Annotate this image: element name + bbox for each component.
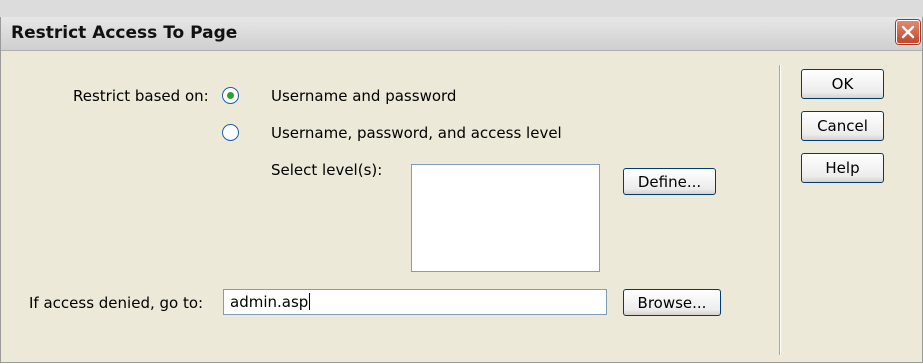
- cancel-button[interactable]: Cancel: [801, 111, 884, 141]
- option-username-password-label[interactable]: Username and password: [271, 87, 456, 105]
- access-denied-url-field[interactable]: admin.asp: [223, 289, 607, 315]
- dialog-titlebar[interactable]: Restrict Access To Page: [1, 17, 922, 51]
- access-denied-label: If access denied, go to:: [29, 294, 204, 312]
- close-button[interactable]: [896, 20, 920, 44]
- ok-button[interactable]: OK: [801, 69, 884, 99]
- text-caret: [309, 293, 311, 310]
- restrict-access-dialog: Restrict Access To Page Restrict based o…: [0, 17, 923, 363]
- help-button[interactable]: Help: [801, 153, 884, 183]
- browse-button[interactable]: Browse...: [623, 289, 721, 316]
- close-icon: [901, 25, 915, 39]
- vertical-separator: [779, 65, 781, 355]
- radio-username-password-access-level[interactable]: [222, 124, 239, 141]
- access-levels-listbox[interactable]: [411, 164, 600, 272]
- select-levels-label: Select level(s):: [271, 161, 383, 179]
- radio-selected-dot: [227, 92, 234, 99]
- window-top-strip: [0, 0, 923, 17]
- access-denied-url-value: admin.asp: [230, 293, 309, 311]
- dialog-title: Restrict Access To Page: [11, 23, 238, 43]
- option-access-level-label[interactable]: Username, password, and access level: [271, 124, 562, 142]
- define-button[interactable]: Define...: [623, 168, 716, 195]
- radio-username-password[interactable]: [222, 87, 239, 104]
- restrict-based-on-label: Restrict based on:: [73, 87, 209, 105]
